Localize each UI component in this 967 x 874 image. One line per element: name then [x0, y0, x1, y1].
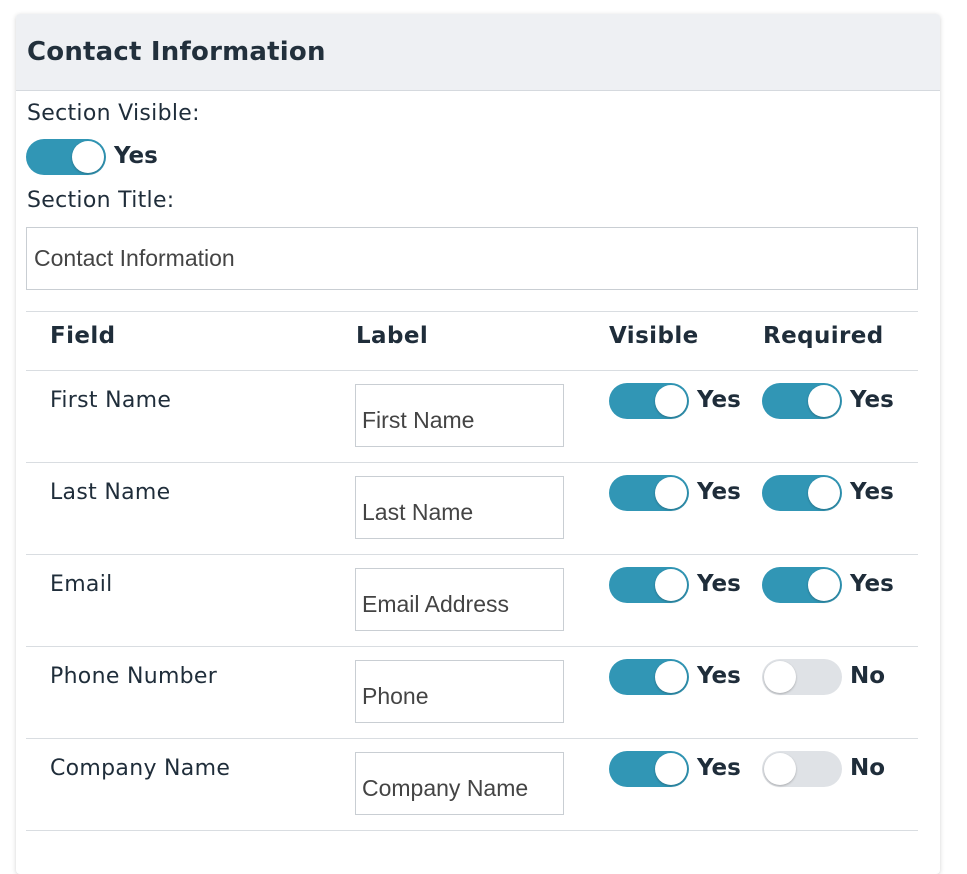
field-label-input[interactable]: [355, 660, 564, 723]
section-visible-label: Section Visible:: [27, 101, 200, 126]
column-header-required: Required: [763, 323, 884, 349]
field-name: Phone Number: [50, 664, 218, 689]
required-toggle[interactable]: [762, 383, 842, 419]
row-divider: [26, 738, 918, 739]
toggle-knob: [808, 569, 840, 601]
section-visible-toggle[interactable]: [26, 139, 106, 175]
toggle-knob: [808, 385, 840, 417]
toggle-knob: [72, 141, 104, 173]
field-label-input[interactable]: [355, 384, 564, 447]
toggle-knob: [655, 753, 687, 785]
required-state: Yes: [850, 387, 894, 413]
row-divider: [26, 830, 918, 831]
toggle-knob: [808, 477, 840, 509]
row-divider: [26, 370, 918, 371]
toggle-knob: [655, 661, 687, 693]
visible-state: Yes: [697, 479, 741, 505]
required-toggle[interactable]: [762, 567, 842, 603]
row-divider: [26, 554, 918, 555]
required-state: No: [850, 755, 886, 781]
row-divider: [26, 462, 918, 463]
required-toggle[interactable]: [762, 751, 842, 787]
visible-state: Yes: [697, 387, 741, 413]
required-toggle[interactable]: [762, 659, 842, 695]
field-name: Last Name: [50, 480, 171, 505]
field-name: Email: [50, 572, 113, 597]
required-toggle[interactable]: [762, 475, 842, 511]
required-state: Yes: [850, 571, 894, 597]
visible-state: Yes: [697, 663, 741, 689]
panel-header: Contact Information: [16, 14, 940, 91]
required-state: No: [850, 663, 886, 689]
visible-toggle[interactable]: [609, 751, 689, 787]
column-header-field: Field: [50, 323, 116, 349]
section-title-input[interactable]: [26, 227, 918, 290]
panel-title: Contact Information: [27, 37, 326, 67]
field-label-input[interactable]: [355, 568, 564, 631]
section-title-label: Section Title:: [27, 188, 175, 213]
field-label-input[interactable]: [355, 476, 564, 539]
visible-toggle[interactable]: [609, 383, 689, 419]
field-name: Company Name: [50, 756, 231, 781]
visible-toggle[interactable]: [609, 659, 689, 695]
visible-toggle[interactable]: [609, 475, 689, 511]
visible-state: Yes: [697, 571, 741, 597]
contact-information-panel: Contact Information Section Visible: Yes…: [16, 14, 940, 874]
row-divider: [26, 646, 918, 647]
toggle-knob: [764, 661, 796, 693]
column-header-visible: Visible: [609, 323, 699, 349]
visible-toggle[interactable]: [609, 567, 689, 603]
divider: [26, 311, 918, 312]
field-name: First Name: [50, 388, 172, 413]
toggle-knob: [655, 385, 687, 417]
toggle-knob: [764, 753, 796, 785]
section-visible-state: Yes: [114, 143, 158, 169]
toggle-knob: [655, 477, 687, 509]
field-label-input[interactable]: [355, 752, 564, 815]
required-state: Yes: [850, 479, 894, 505]
toggle-knob: [655, 569, 687, 601]
column-header-label: Label: [356, 323, 429, 349]
visible-state: Yes: [697, 755, 741, 781]
